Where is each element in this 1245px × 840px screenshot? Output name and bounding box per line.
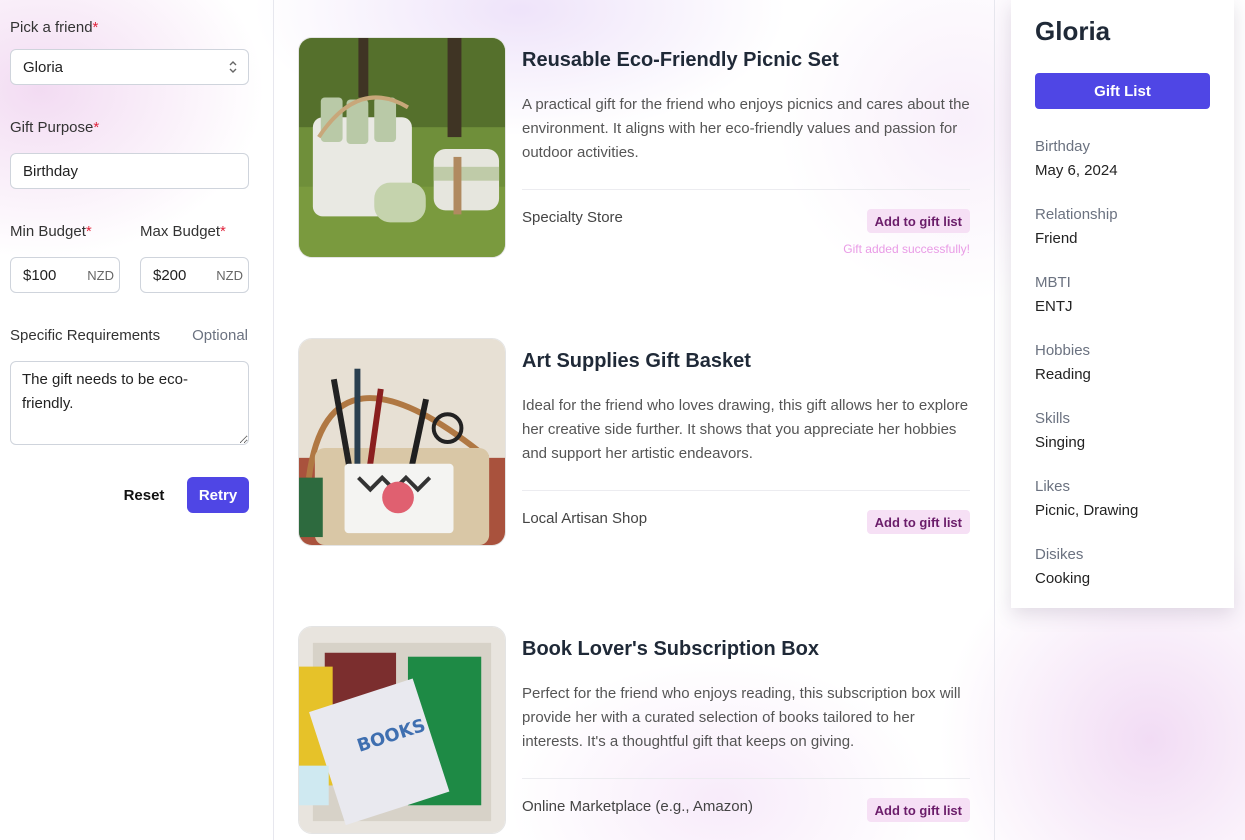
gift-title: Art Supplies Gift Basket (522, 350, 751, 372)
max-currency-suffix: NZD (216, 267, 243, 283)
min-currency-suffix: NZD (87, 267, 114, 283)
purpose-label: Gift Purpose* (10, 119, 100, 136)
add-to-gift-list-button[interactable]: Add to gift list (866, 798, 970, 822)
gift-description: A practical gift for the friend who enjo… (522, 96, 970, 161)
gift-list-button[interactable]: Gift List (1035, 73, 1210, 109)
max-budget-input[interactable]: $200 NZD (140, 257, 249, 293)
gift-added-message: Gift added successfully! (843, 242, 970, 256)
relationship-value: Friend (1035, 230, 1078, 247)
retry-button[interactable]: Retry (187, 477, 249, 513)
friend-profile-card: Gloria Gift List Birthday May 6, 2024 Re… (1011, 0, 1234, 608)
gift-description: Ideal for the friend who loves drawing, … (522, 397, 969, 462)
min-budget-value: $100 (23, 266, 57, 284)
gift-card: Art Supplies Gift Basket Ideal for the f… (298, 338, 970, 548)
likes-value: Picnic, Drawing (1035, 502, 1139, 519)
add-to-gift-list-button[interactable]: Add to gift list (866, 510, 970, 534)
min-budget-input[interactable]: $100 NZD (10, 257, 120, 293)
divider (522, 778, 970, 779)
hobbies-label: Hobbies (1035, 342, 1091, 359)
gift-store: Online Marketplace (e.g., Amazon) (522, 798, 753, 815)
picnic-set-image (298, 37, 506, 258)
friend-label: Pick a friend* (10, 19, 99, 36)
gift-card: BOOKS Book Lover's Subscription Box Perf… (298, 626, 970, 840)
chevron-up-down-icon (228, 59, 238, 75)
birthday-label: Birthday (1035, 138, 1091, 155)
friend-select[interactable]: Gloria (10, 49, 249, 85)
requirements-label: Specific Requirements (10, 327, 161, 344)
max-budget-value: $200 (153, 266, 187, 284)
friend-select-value: Gloria (23, 58, 64, 76)
birthday-value: May 6, 2024 (1035, 162, 1118, 179)
relationship-label: Relationship (1035, 206, 1118, 223)
art-basket-image (298, 338, 506, 546)
gift-store: Specialty Store (522, 209, 623, 226)
gift-card: Reusable Eco-Friendly Picnic Set A pract… (298, 37, 970, 262)
reset-button[interactable]: Reset (120, 485, 168, 505)
gift-title: Reusable Eco-Friendly Picnic Set (522, 49, 839, 71)
dislikes-label: Disikes (1035, 546, 1084, 563)
likes-label: Likes (1035, 478, 1071, 495)
max-budget-label: Max Budget* (140, 223, 226, 240)
divider (522, 189, 970, 190)
requirements-textarea[interactable]: The gift needs to be eco-friendly. (10, 361, 249, 445)
skills-value: Singing (1035, 434, 1086, 451)
gift-suggestions: Reusable Eco-Friendly Picnic Set A pract… (274, 0, 995, 840)
skills-label: Skills (1035, 410, 1071, 427)
gift-description: Perfect for the friend who enjoys readin… (522, 685, 961, 750)
divider (522, 490, 970, 491)
gift-store: Local Artisan Shop (522, 510, 648, 527)
min-budget-label: Min Budget* (10, 223, 92, 240)
gift-search-form: Pick a friend* Gloria Gift Purpose* Birt… (0, 0, 274, 840)
mbti-label: MBTI (1035, 274, 1071, 291)
book-box-image: BOOKS (298, 626, 506, 834)
profile-name: Gloria (1035, 16, 1111, 46)
add-to-gift-list-button[interactable]: Add to gift list (866, 209, 970, 233)
purpose-input-value: Birthday (23, 162, 79, 180)
mbti-value: ENTJ (1035, 298, 1073, 315)
hobbies-value: Reading (1035, 366, 1091, 383)
dislikes-value: Cooking (1035, 570, 1091, 587)
purpose-input[interactable]: Birthday (10, 153, 249, 189)
gift-title: Book Lover's Subscription Box (522, 638, 820, 660)
requirements-optional: Optional (192, 327, 248, 344)
